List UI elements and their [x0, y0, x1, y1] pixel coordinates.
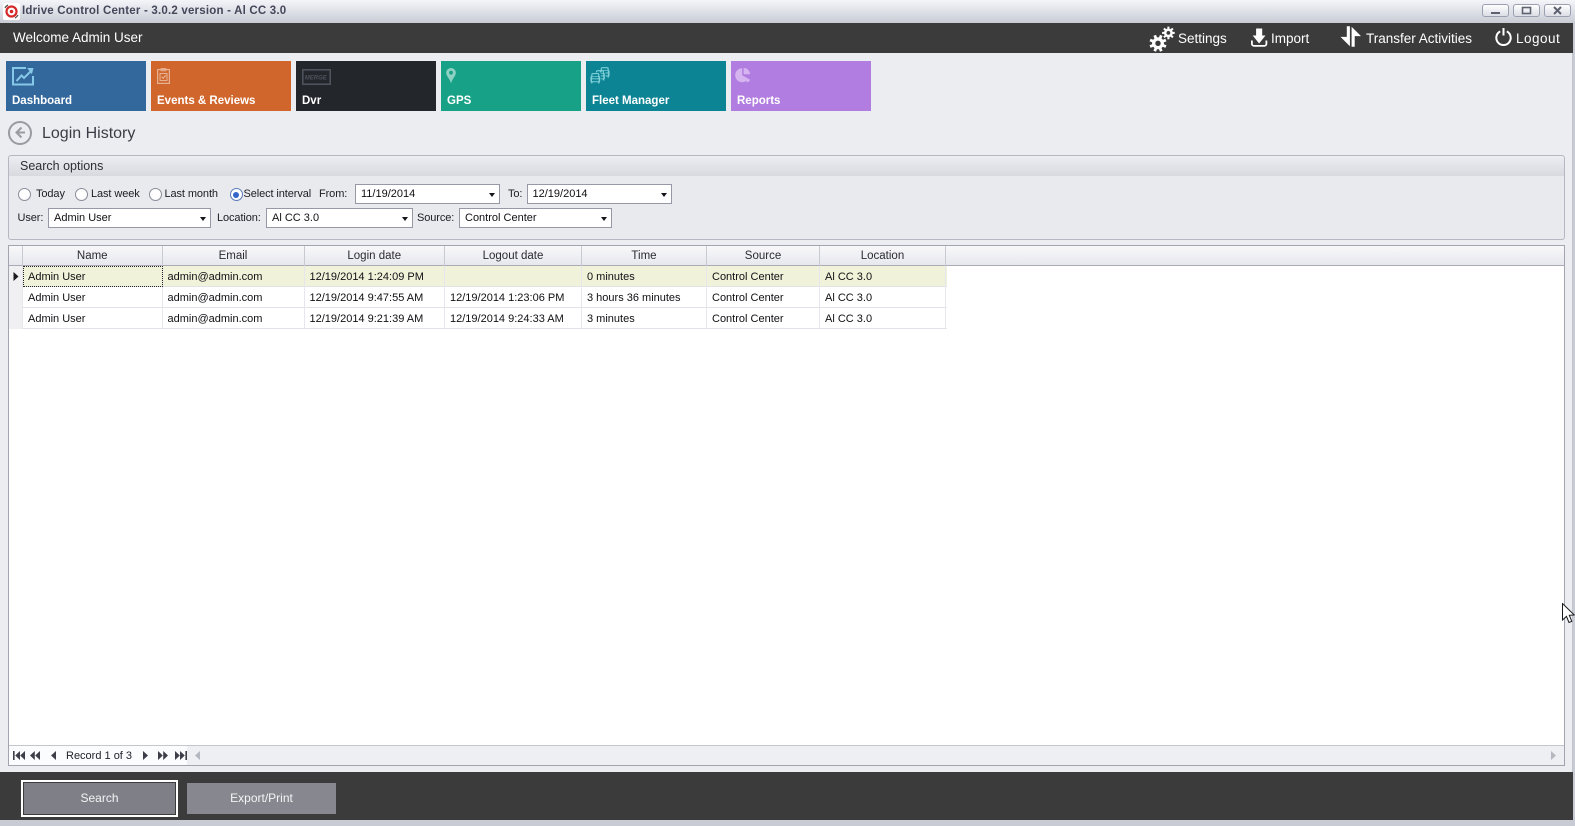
svg-text:MERGE: MERGE	[304, 76, 327, 82]
